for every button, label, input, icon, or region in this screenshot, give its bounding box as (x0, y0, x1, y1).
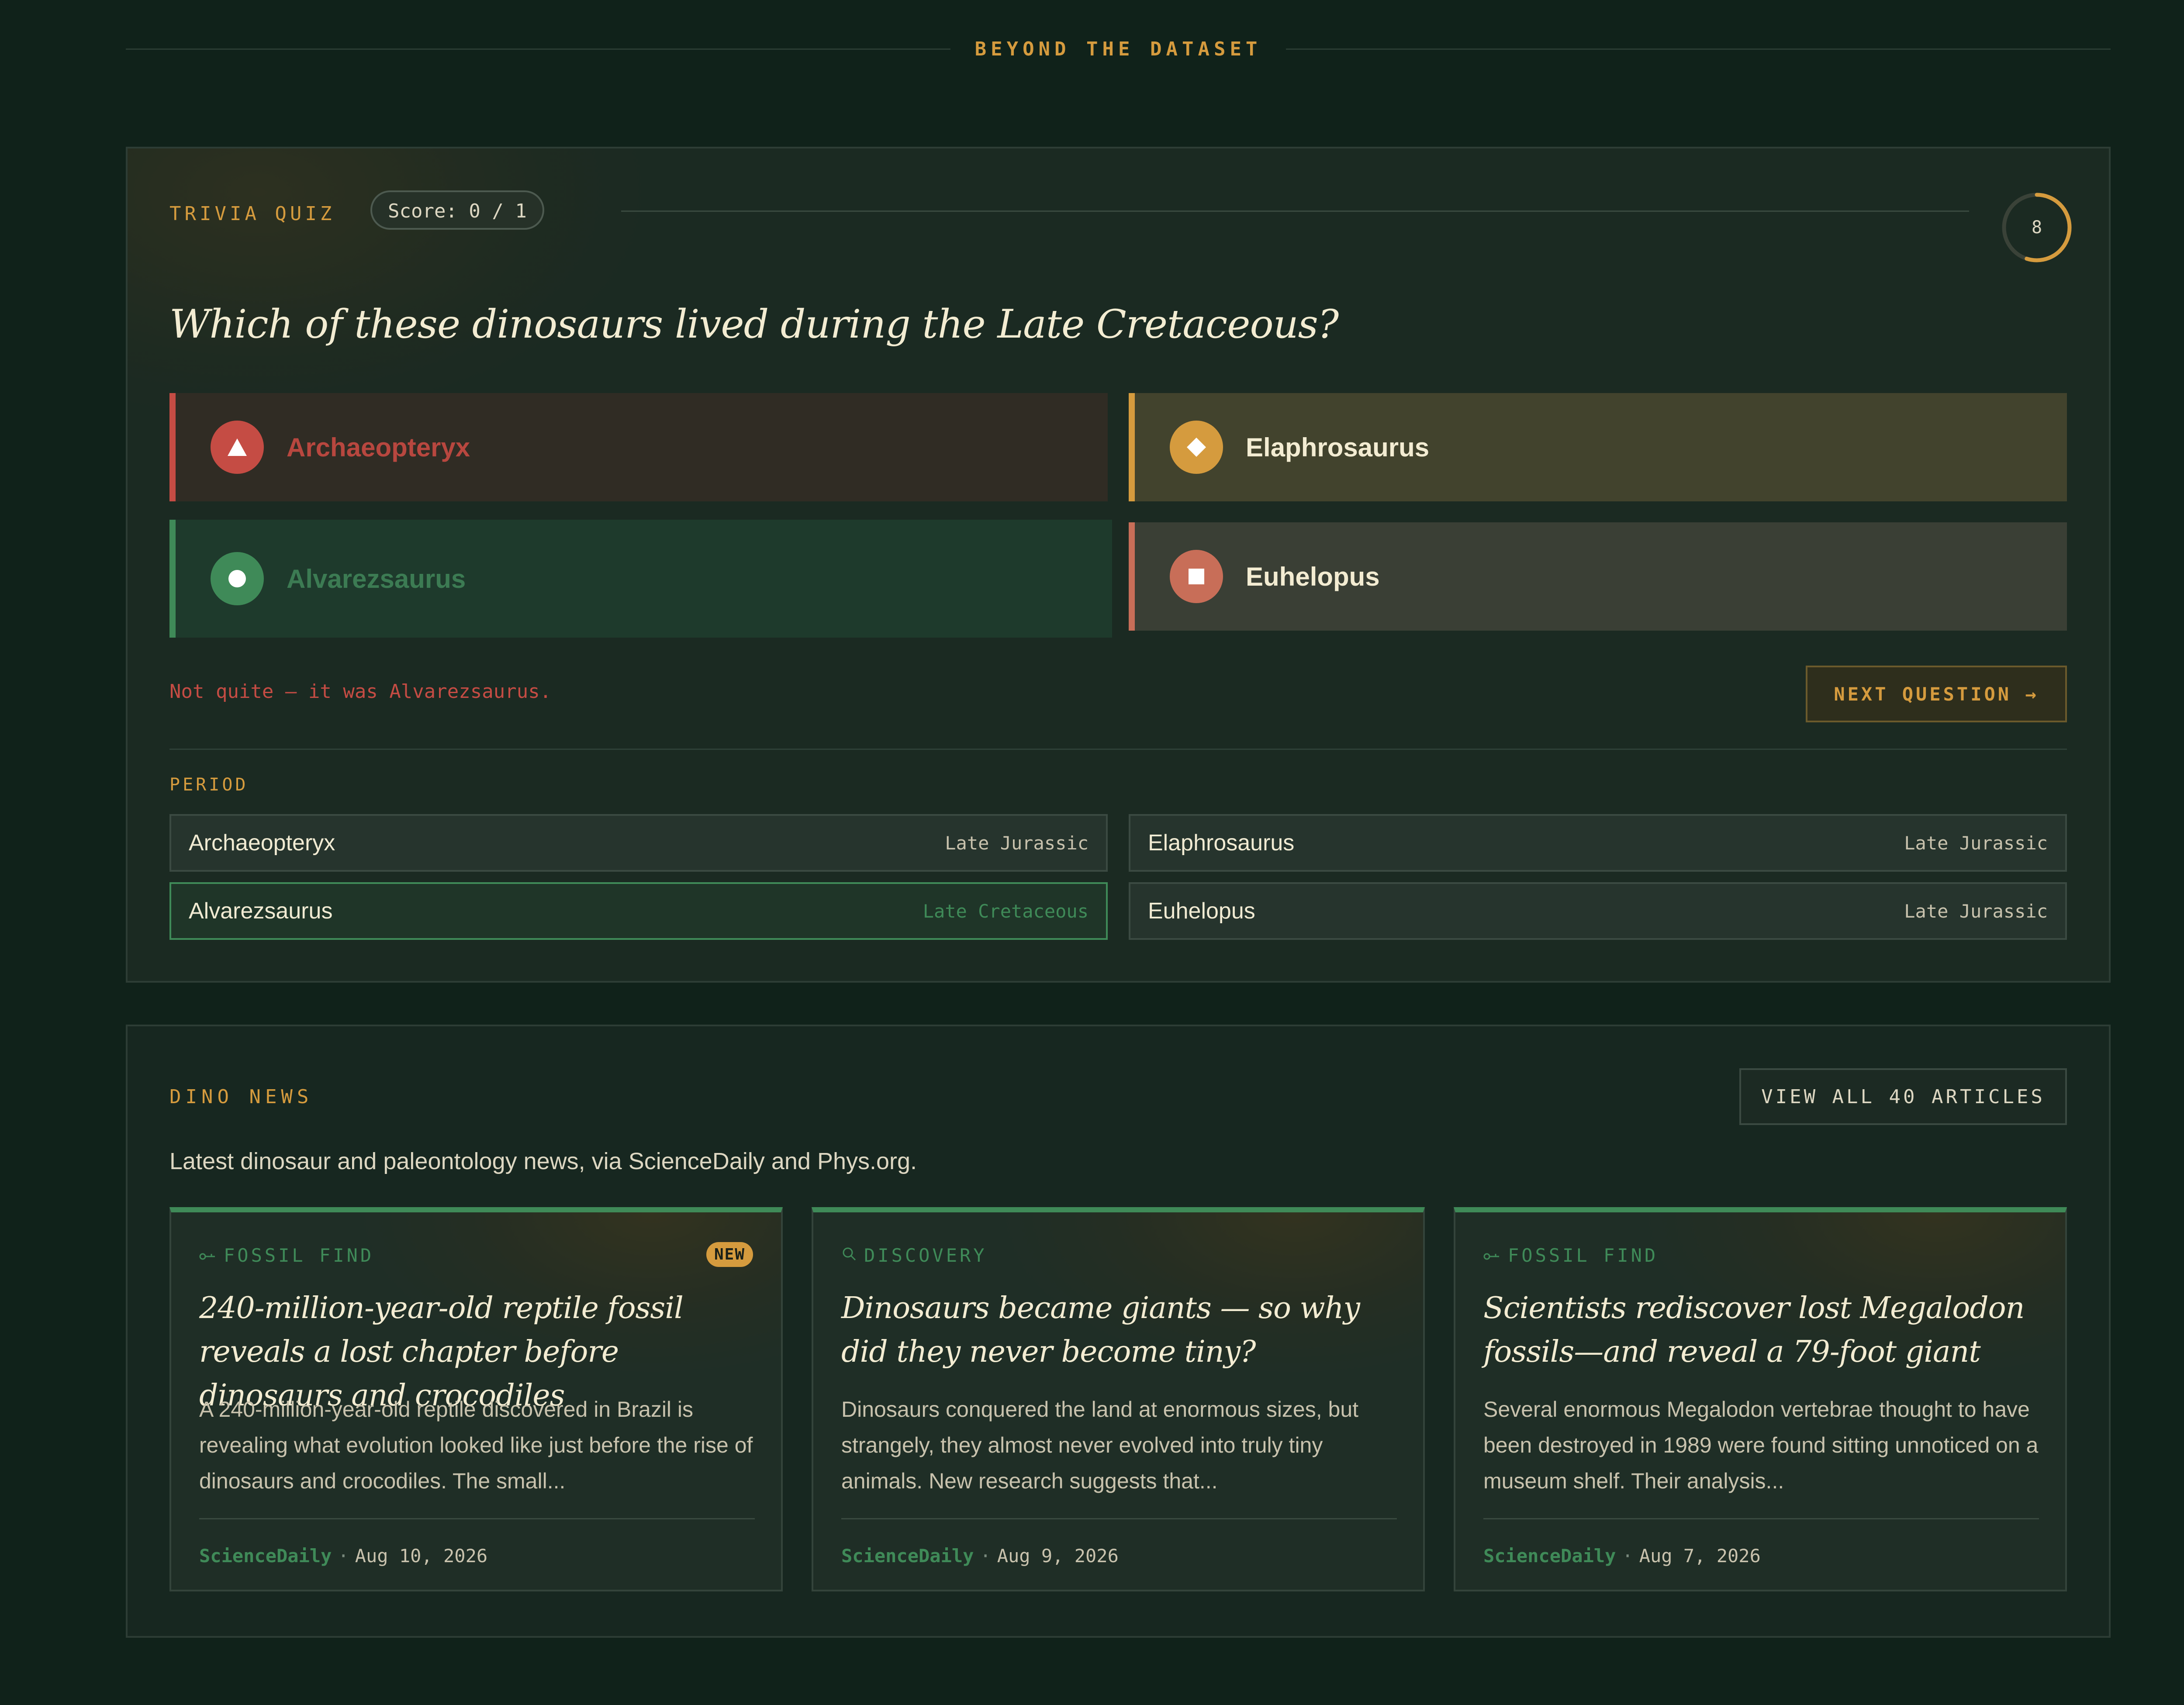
card-divider (199, 1518, 755, 1519)
new-badge: NEW (706, 1242, 753, 1267)
bone-icon (199, 1245, 217, 1266)
news-heading: DINO NEWS (169, 1086, 313, 1108)
article-title[interactable]: Scientists rediscover lost Megalodon fos… (1483, 1287, 2047, 1374)
quiz-label: TRIVIA QUIZ (169, 203, 335, 225)
timer-value: 8 (2031, 217, 2042, 238)
magnifier-icon (841, 1245, 857, 1266)
period-value: Late Jurassic (945, 832, 1089, 854)
news-card[interactable]: FOSSIL FIND NEW 240-million-year-old rep… (169, 1207, 783, 1591)
article-summary: A 240-million-year-old reptile discovere… (199, 1397, 753, 1493)
quiz-header-rule (621, 211, 1969, 212)
period-dino-name: Euhelopus (1148, 898, 1255, 924)
dino-news-panel: DINO NEWS VIEW ALL 40 ARTICLES Latest di… (126, 1025, 2111, 1638)
period-row: Euhelopus Late Jurassic (1129, 882, 2067, 940)
period-value: Late Jurassic (1904, 900, 2048, 922)
period-dino-name: Alvarezsaurus (189, 898, 333, 924)
news-subtitle: Latest dinosaur and paleontology news, v… (169, 1148, 917, 1174)
section-rule-left (126, 48, 950, 50)
trivia-quiz-panel: TRIVIA QUIZ Score: 0 / 1 8 Which of thes… (126, 147, 2111, 983)
article-date: Aug 9, 2026 (997, 1545, 1119, 1567)
article-category: FOSSIL FIND (1483, 1245, 1658, 1266)
article-summary: Several enormous Megalodon vertebrae tho… (1483, 1397, 2039, 1493)
quiz-question: Which of these dinosaurs lived during th… (169, 301, 1339, 347)
period-row-correct: Alvarezsaurus Late Cretaceous (169, 882, 1108, 940)
article-source: ScienceDaily (199, 1545, 332, 1567)
score-badge: Score: 0 / 1 (370, 190, 544, 230)
square-icon (1170, 550, 1223, 603)
answer-option-euhelopus[interactable]: Euhelopus (1129, 522, 2067, 631)
quiz-header: TRIVIA QUIZ Score: 0 / 1 8 (169, 190, 2074, 265)
article-meta: ScienceDaily · Aug 9, 2026 (841, 1545, 1119, 1567)
next-question-button[interactable]: NEXT QUESTION → (1806, 666, 2067, 722)
period-row: Elaphrosaurus Late Jurassic (1129, 814, 2067, 872)
section-title: BEYOND THE DATASET (975, 38, 1262, 60)
bone-icon (1483, 1245, 1501, 1266)
article-category: FOSSIL FIND (199, 1245, 374, 1266)
article-meta: ScienceDaily · Aug 7, 2026 (1483, 1545, 1761, 1567)
answer-label: Alvarezsaurus (287, 564, 466, 594)
period-value: Late Cretaceous (923, 900, 1089, 922)
card-divider (841, 1518, 1397, 1519)
section-header: BEYOND THE DATASET (126, 35, 2111, 63)
period-value: Late Jurassic (1904, 832, 2048, 854)
view-all-articles-button[interactable]: VIEW ALL 40 ARTICLES (1739, 1068, 2067, 1125)
article-summary: Dinosaurs conquered the land at enormous… (841, 1397, 1359, 1493)
card-divider (1483, 1518, 2039, 1519)
diamond-icon (1170, 421, 1223, 474)
answer-feedback: Not quite — it was Alvarezsaurus. (169, 680, 552, 703)
triangle-icon (211, 421, 264, 474)
answer-option-alvarezsaurus[interactable]: Alvarezsaurus (169, 520, 1112, 638)
answer-label: Euhelopus (1246, 562, 1380, 591)
section-rule-right (1286, 48, 2111, 50)
answer-label: Archaeopteryx (287, 432, 470, 462)
answer-label: Elaphrosaurus (1246, 432, 1430, 462)
article-category: DISCOVERY (841, 1245, 987, 1266)
period-dino-name: Archaeopteryx (189, 830, 335, 856)
article-title[interactable]: Dinosaurs became giants — so why did the… (841, 1287, 1405, 1374)
news-card[interactable]: FOSSIL FIND Scientists rediscover lost M… (1454, 1207, 2067, 1591)
article-category-label: FOSSIL FIND (224, 1245, 374, 1266)
period-heading: PERIOD (169, 775, 249, 795)
circle-icon (211, 552, 264, 605)
article-category-label: FOSSIL FIND (1508, 1245, 1659, 1266)
article-date: Aug 10, 2026 (355, 1545, 488, 1567)
article-source: ScienceDaily (1483, 1545, 1616, 1567)
article-category-label: DISCOVERY (864, 1245, 987, 1266)
period-dino-name: Elaphrosaurus (1148, 830, 1295, 856)
article-meta: ScienceDaily · Aug 10, 2026 (199, 1545, 488, 1567)
countdown-timer: 8 (2000, 190, 2074, 265)
answer-option-archaeopteryx[interactable]: Archaeopteryx (169, 393, 1108, 501)
article-date: Aug 7, 2026 (1639, 1545, 1761, 1567)
news-card[interactable]: DISCOVERY Dinosaurs became giants — so w… (812, 1207, 1425, 1591)
quiz-divider (169, 749, 2067, 750)
answer-option-elaphrosaurus[interactable]: Elaphrosaurus (1129, 393, 2067, 501)
period-row: Archaeopteryx Late Jurassic (169, 814, 1108, 872)
article-source: ScienceDaily (841, 1545, 974, 1567)
